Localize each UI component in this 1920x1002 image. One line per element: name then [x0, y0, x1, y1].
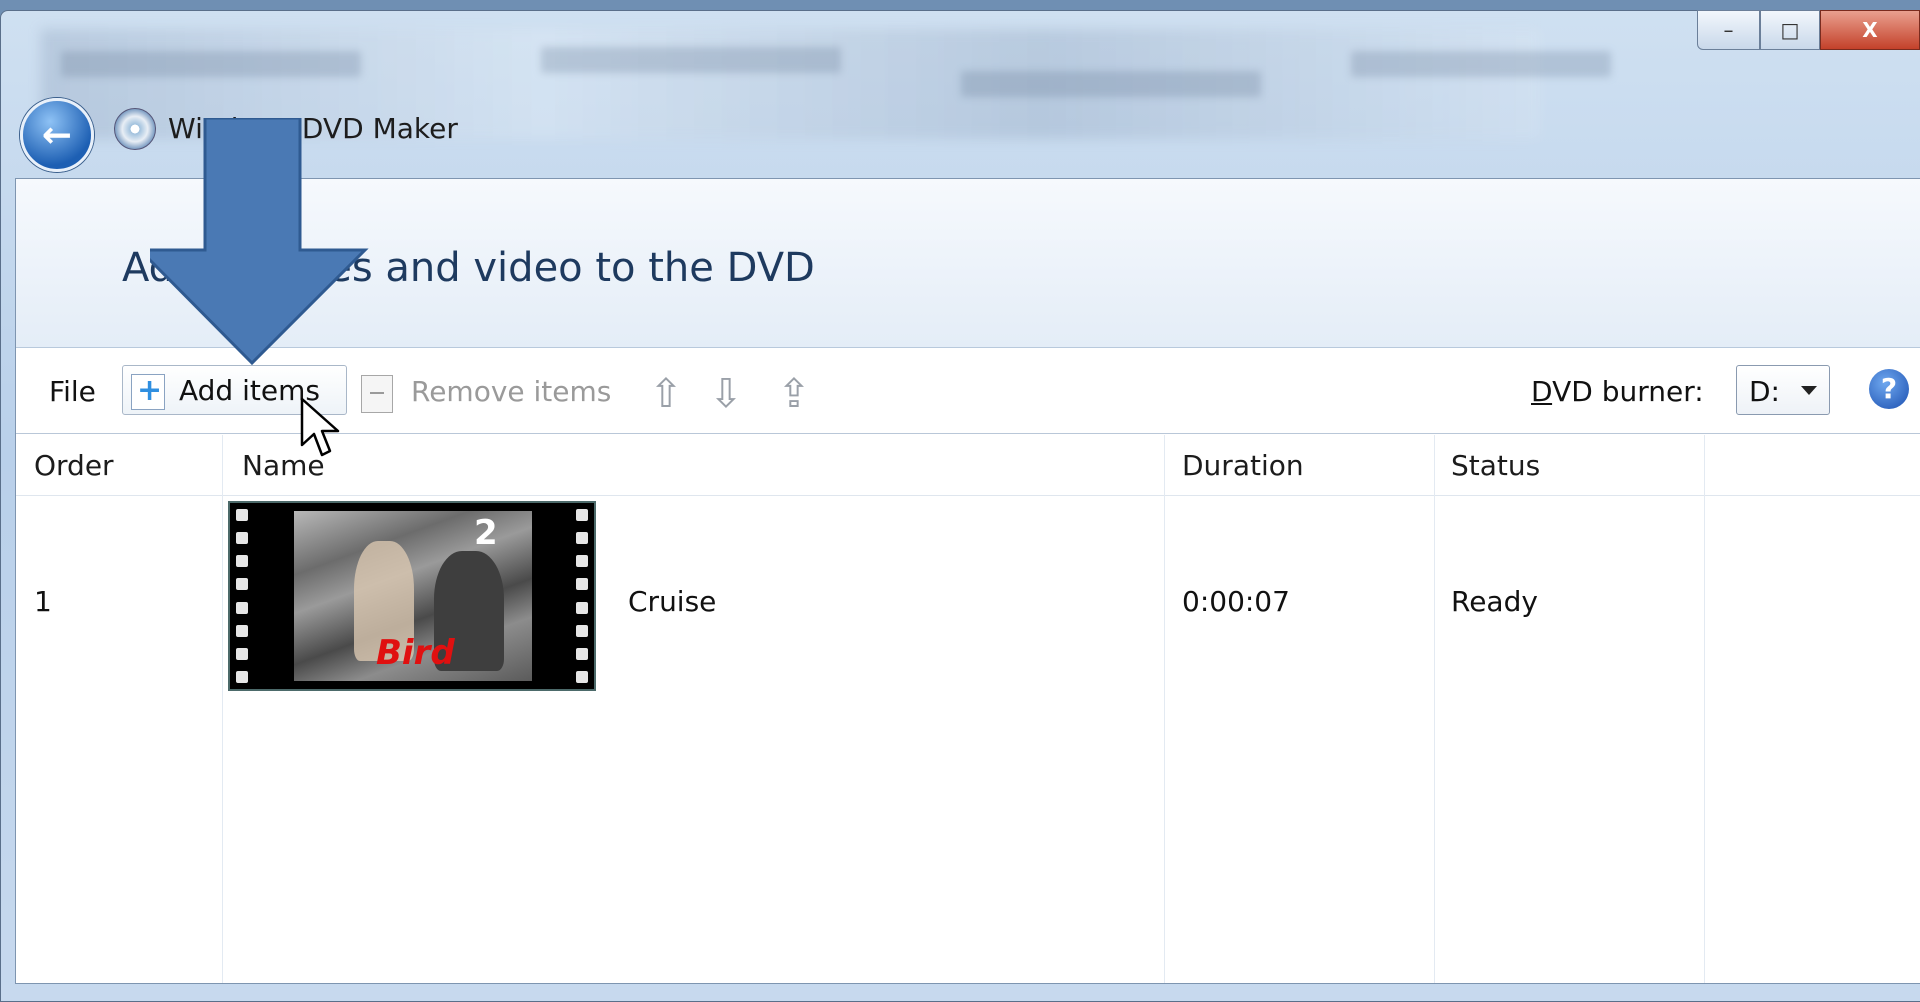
- annotation-arrow: [150, 118, 369, 366]
- chevron-down-icon: [1801, 386, 1817, 395]
- close-button[interactable]: X: [1820, 10, 1920, 50]
- caption-buttons: – □ X: [1697, 10, 1920, 50]
- thumbnail-caption: Bird: [376, 633, 455, 673]
- thumbnail-jersey-number: 2: [474, 513, 498, 553]
- row-name: Cruise: [628, 585, 717, 618]
- row-duration: 0:00:07: [1182, 585, 1290, 618]
- row-order: 1: [34, 585, 52, 618]
- dvd-burner-label: DVD burner:: [1531, 375, 1704, 408]
- add-items-label: Add items: [179, 374, 320, 407]
- video-thumbnail[interactable]: 2 Bird: [228, 501, 596, 691]
- thumbnail-frame: 2 Bird: [294, 511, 532, 681]
- move-up-icon[interactable]: ⇧: [646, 371, 686, 417]
- film-sprocket-left: [232, 509, 252, 683]
- help-icon[interactable]: ?: [1869, 369, 1909, 409]
- minimize-button[interactable]: –: [1697, 10, 1760, 50]
- add-items-icon: [131, 373, 165, 410]
- move-to-top-icon[interactable]: ⇪: [774, 371, 814, 417]
- remove-items-icon[interactable]: [361, 375, 393, 413]
- column-header-duration[interactable]: Duration: [1182, 449, 1304, 482]
- table-row[interactable]: 1 2 Bird Cruise 0:00:07 Ready: [16, 499, 1920, 699]
- back-arrow-icon[interactable]: ←: [20, 98, 94, 172]
- file-menu[interactable]: File: [49, 375, 96, 408]
- blurred-chip: [1351, 51, 1611, 77]
- row-status: Ready: [1451, 585, 1538, 618]
- blurred-chip: [61, 51, 361, 77]
- move-down-icon[interactable]: ⇩: [706, 371, 746, 417]
- dvd-burner-select[interactable]: D:: [1736, 365, 1830, 415]
- blurred-chip: [961, 71, 1261, 97]
- blurred-chip: [541, 47, 841, 73]
- film-sprocket-right: [572, 509, 592, 683]
- column-header-order[interactable]: Order: [34, 449, 114, 482]
- maximize-button[interactable]: □: [1760, 10, 1820, 50]
- dvd-burner-label-text: VD burner:: [1552, 375, 1704, 408]
- mouse-cursor-icon: [300, 397, 340, 457]
- dvd-burner-value: D:: [1749, 375, 1780, 408]
- dvd-burner-label-accesskey: D: [1531, 375, 1553, 408]
- column-header-status[interactable]: Status: [1451, 449, 1540, 482]
- remove-items-button[interactable]: Remove items: [411, 375, 611, 408]
